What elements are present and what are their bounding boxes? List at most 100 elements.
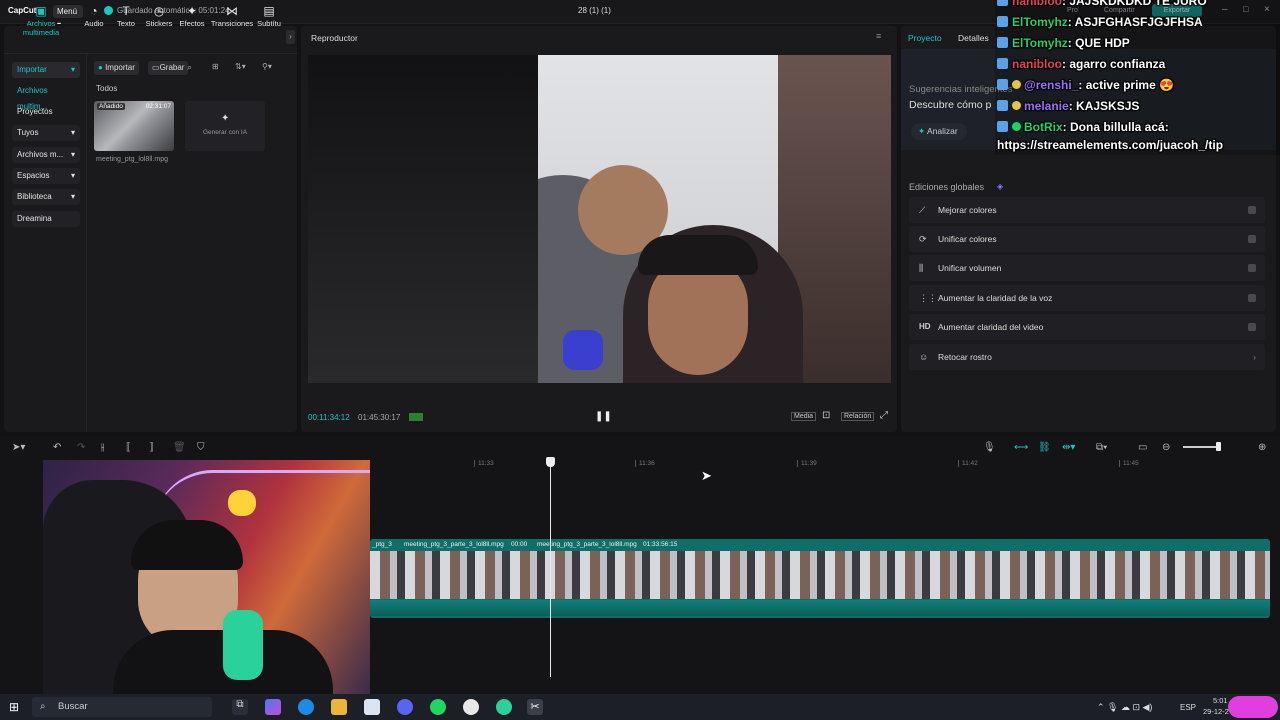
chat-link[interactable]: https://streamelements.com/juacoh_/tip: [997, 138, 1223, 152]
store-icon[interactable]: [364, 699, 380, 715]
import-icon: ●: [98, 63, 103, 72]
edit-voice-clarity[interactable]: ⋮⋮ Aumentar la claridad de la voz: [909, 285, 1265, 311]
edit-retouch-face[interactable]: ☺ Retocar rostro ›: [909, 344, 1265, 370]
analyze-button[interactable]: ✦ Analizar: [911, 123, 967, 140]
tray-icons[interactable]: ⌃ 🎙 ☁ ⊡ ◀): [1097, 702, 1152, 713]
undo-icon[interactable]: ↶: [53, 442, 61, 453]
search-icon: ⌕: [40, 701, 46, 712]
sidebar-item-library[interactable]: Biblioteca ▾: [12, 189, 80, 205]
total-time: 01:45:30:17: [358, 413, 401, 422]
spotify-icon[interactable]: [430, 699, 446, 715]
sidebar-item-secondary-projects[interactable]: Proyectos secun...: [12, 104, 80, 132]
fullscreen-icon[interactable]: ⤢: [880, 410, 888, 421]
toggle[interactable]: [1248, 206, 1256, 214]
sidebar-item-spaces[interactable]: Espacios ▾: [12, 168, 80, 184]
edit-video-clarity[interactable]: HD Aumentar claridad del video: [909, 314, 1265, 340]
pink-overlay-icon: [1228, 696, 1278, 718]
chevron-right-icon: ›: [1253, 352, 1256, 362]
tab-details[interactable]: Detalles: [958, 33, 989, 43]
zoom-slider-handle[interactable]: [1216, 442, 1221, 451]
link-icon[interactable]: ⛓: [1038, 442, 1051, 453]
split-icon[interactable]: ⫲: [101, 442, 104, 453]
obs-icon[interactable]: [463, 699, 479, 715]
tab-project[interactable]: Proyecto: [908, 33, 942, 43]
clock-date[interactable]: 29-12-2: [1203, 707, 1229, 716]
chat-message: nanibloo: JAJSKDKDKD TE JURO: [997, 0, 1207, 8]
media-icon: ▣: [35, 4, 47, 18]
sidebar-item-media[interactable]: Archivos multim...: [12, 83, 80, 111]
clip-header: _ptg_3 meeting_ptg_3_parte_3_lol8ll.mpg …: [372, 541, 678, 548]
voice-icon: ⋮⋮: [919, 293, 937, 303]
face-icon: ☺: [919, 352, 929, 362]
redo-icon[interactable]: ↷: [77, 442, 85, 453]
edit-enhance-colors[interactable]: ⟋ Mejorar colores: [909, 197, 1265, 223]
webcam-microphone: [223, 610, 263, 680]
media-aspect-button[interactable]: Media: [791, 412, 817, 421]
toggle[interactable]: [1248, 294, 1256, 302]
select-tool-icon[interactable]: ➤▾: [12, 442, 25, 453]
microphone-icon[interactable]: 🎙: [983, 442, 996, 453]
clip-duration: 02:31:07: [145, 103, 171, 110]
sidebar-item-dreamina[interactable]: Dreamina: [12, 211, 80, 227]
sidebar-item-files[interactable]: Archivos m... ▾: [12, 147, 80, 163]
language-indicator[interactable]: ESP: [1180, 703, 1196, 712]
streamlabs-icon[interactable]: [496, 699, 512, 715]
snapshot-icon[interactable]: ⊡: [822, 410, 830, 421]
tab-transitions[interactable]: ⋈ Transiciones: [210, 4, 254, 28]
project-title[interactable]: 28 (1) (1): [578, 6, 611, 15]
toggle[interactable]: [1248, 235, 1256, 243]
filter-icon[interactable]: ⚲▾: [262, 62, 272, 71]
ruler-tick: 11:33: [474, 460, 494, 467]
video-preview[interactable]: [308, 55, 891, 383]
webcam-overlay: [43, 460, 370, 694]
windows-start-icon[interactable]: ⊞: [9, 700, 19, 714]
capcut-taskbar-icon[interactable]: ✂: [527, 699, 543, 715]
zoom-in-icon[interactable]: ⊕: [1258, 442, 1266, 453]
copilot-icon[interactable]: [265, 699, 281, 715]
tab-subtitles[interactable]: ▤ Subtítu: [254, 4, 284, 28]
record-button[interactable]: ▭Grabar: [148, 61, 189, 75]
edge-icon[interactable]: [298, 699, 314, 715]
sidebar-item-yours[interactable]: Tuyos ▾: [12, 125, 80, 141]
tabs-scroll-right-icon[interactable]: ›: [286, 30, 295, 44]
sidebar-item-import[interactable]: Importar ▾: [12, 62, 80, 78]
caption-icon[interactable]: ▭: [1138, 442, 1147, 453]
toggle[interactable]: [1248, 323, 1256, 331]
tab-media[interactable]: ▣ Archivos multimedia: [8, 4, 74, 37]
generate-ai-card[interactable]: ✦ Generar con IA: [185, 101, 265, 151]
toggle[interactable]: [1248, 264, 1256, 272]
hd-icon: HD: [919, 322, 931, 331]
ruler-tick: 11:39: [797, 460, 817, 467]
ruler-tick: 11:36: [635, 460, 655, 467]
suggestions-desc: Descubre cómo p: [909, 99, 992, 111]
ratio-button[interactable]: Relación: [841, 412, 875, 421]
playhead-handle[interactable]: [546, 457, 555, 467]
grid-view-icon[interactable]: ⊞: [212, 62, 219, 71]
split-left-icon[interactable]: ⟦: [126, 442, 131, 453]
player-menu-icon[interactable]: ≡: [876, 31, 881, 41]
twitch-icon: [997, 58, 1008, 69]
media-clip-thumbnail[interactable]: Añadido 02:31:07: [94, 101, 174, 151]
media-clip-name: meeting_ptg_lol8ll.mpg: [96, 156, 168, 163]
split-right-icon[interactable]: ⟧: [149, 442, 154, 453]
delete-icon[interactable]: 🗑: [173, 442, 186, 453]
import-button[interactable]: ● Importar: [94, 61, 139, 75]
magnet-icon[interactable]: ⟷: [1014, 442, 1028, 453]
discord-icon[interactable]: [397, 699, 413, 715]
zoom-out-icon[interactable]: ⊖: [1162, 442, 1170, 453]
preview-axis-icon[interactable]: ⇹▾: [1062, 442, 1075, 453]
pause-icon[interactable]: ❚❚: [595, 411, 612, 422]
twitch-icon: [997, 79, 1008, 90]
file-explorer-icon[interactable]: [331, 699, 347, 715]
taskbar-search[interactable]: ⌕ Buscar: [32, 697, 212, 717]
snap-icon[interactable]: ⧉▾: [1096, 442, 1107, 453]
tab-effects[interactable]: ✦ Efectos: [172, 4, 212, 28]
sort-icon[interactable]: ⇅▾: [235, 62, 246, 71]
edit-unify-colors[interactable]: ⟳ Unificar colores: [909, 226, 1265, 252]
task-view-icon[interactable]: ⧉: [232, 699, 248, 715]
clock-time[interactable]: 5:01: [1213, 696, 1228, 705]
search-icon[interactable]: ⌕: [187, 62, 192, 73]
edit-unify-volume[interactable]: ⫼ Unificar volumen: [909, 255, 1265, 281]
playhead[interactable]: [550, 457, 551, 677]
shield-icon[interactable]: ⛉: [197, 442, 205, 453]
